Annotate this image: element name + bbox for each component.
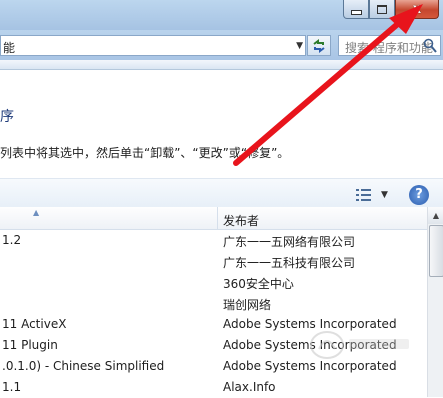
minimize-button[interactable] [343,0,369,19]
instruction-text: 列表中将其选中，然后单击“卸载”、“更改”或“修复”。 [0,146,290,160]
program-name: .0.1.0) - Chinese Simplified [2,359,165,373]
program-list: 1.2 广东一一五网络有限公司 广东一一五科技有限公司 360安全中心 瑞创网络… [0,230,427,398]
program-name: 11 ActiveX [2,317,67,331]
column-divider[interactable] [217,207,218,229]
program-publisher: Adobe Systems Incorporated [223,359,397,373]
search-placeholder: 搜索 程序和功能 [345,41,433,55]
program-publisher: Alax.Info [223,380,276,394]
scroll-up-icon[interactable]: ▲ [428,207,443,224]
close-icon: x [412,1,422,17]
view-options-icon[interactable] [356,189,372,201]
minimize-icon [350,9,362,15]
program-name: 1.2 [2,233,22,247]
help-button[interactable]: ? [409,185,429,205]
program-publisher: 360安全中心 [223,277,294,291]
page-title: 序 [0,109,14,125]
search-input[interactable]: 搜索 程序和功能 [338,35,441,56]
table-row[interactable]: 11 ActiveX Adobe Systems Incorporated [0,314,427,335]
program-publisher: Adobe Systems Incorporated [223,317,397,331]
table-row[interactable]: 广东一一五科技有限公司 [0,251,427,272]
sort-ascending-icon: ▲ [33,208,40,217]
address-dropdown-icon[interactable]: ▼ [296,41,303,51]
close-button[interactable]: x [395,0,439,19]
column-header: ▲ 发布者 [0,207,427,230]
address-bar[interactable]: 能 ▼ [0,35,306,56]
main-content: 序 列表中将其选中，然后单击“卸载”、“更改”或“修复”。 ▼ ? ▲ 发布者 … [0,70,443,397]
refresh-icon [313,38,325,53]
program-publisher: 广东一一五网络有限公司 [223,235,356,249]
table-row[interactable]: 11 Plugin Adobe Systems Incorporated [0,335,427,356]
command-bar [0,60,443,70]
maximize-icon [377,4,387,14]
maximize-button[interactable] [369,0,395,19]
window-controls: x [343,0,439,20]
table-row[interactable]: 1.1 Alax.Info [0,377,427,398]
table-row[interactable]: .0.1.0) - Chinese Simplified Adobe Syste… [0,356,427,377]
table-row[interactable]: 360安全中心 [0,272,427,293]
search-icon[interactable] [423,38,437,53]
program-name: 11 Plugin [2,338,58,352]
program-publisher: 瑞创网络 [223,298,272,312]
table-row[interactable]: 1.2 广东一一五网络有限公司 [0,230,427,251]
program-publisher: Adobe Systems Incorporated [223,338,397,352]
view-dropdown-icon[interactable]: ▼ [381,190,388,200]
address-text: 能 [3,41,16,55]
help-icon: ? [415,187,423,202]
refresh-button[interactable] [307,35,331,56]
program-name: 1.1 [2,380,22,394]
column-publisher-header[interactable]: 发布者 [223,212,259,229]
window-titlebar: x [0,0,443,30]
scrollbar-thumb[interactable] [429,225,443,277]
vertical-scrollbar[interactable]: ▲ [427,207,443,397]
program-publisher: 广东一一五科技有限公司 [223,256,356,270]
table-row[interactable]: 瑞创网络 [0,293,427,314]
address-row: 能 ▼ 搜索 程序和功能 [0,30,443,60]
